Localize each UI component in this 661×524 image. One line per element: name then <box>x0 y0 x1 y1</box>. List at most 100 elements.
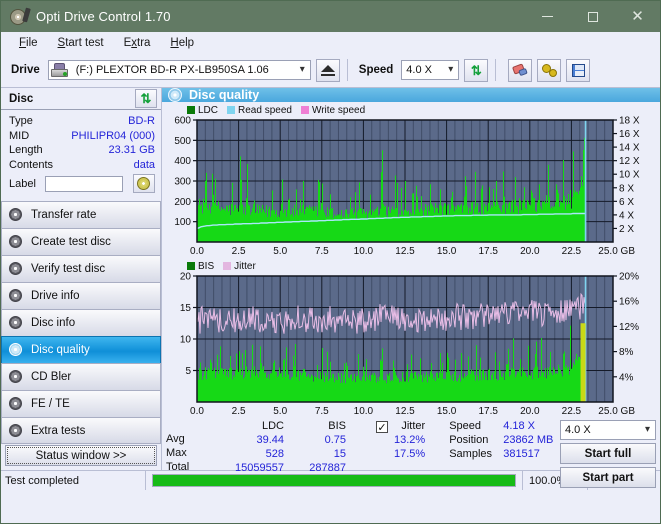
svg-text:16%: 16% <box>619 297 639 308</box>
gears-icon <box>541 63 557 77</box>
speed-key: Speed <box>449 420 482 432</box>
stats-label-total: Total <box>166 461 190 473</box>
svg-text:25.0 GB: 25.0 GB <box>598 406 635 417</box>
sidebar-item-create-test-disc[interactable]: Create test disc <box>1 228 161 255</box>
legend-swatch-jitter <box>223 262 232 270</box>
drive-icon <box>50 63 68 77</box>
menu-file[interactable]: File <box>9 35 48 51</box>
svg-text:0.0: 0.0 <box>190 406 204 417</box>
app-window: Opti Drive Control 1.70 ✕ File Start tes… <box>0 0 661 524</box>
settings-button[interactable] <box>537 58 562 82</box>
sidebar-item-label: FE / TE <box>31 398 70 410</box>
legend-label-ldc: LDC <box>198 104 219 116</box>
test-speed-select[interactable]: 4.0 X ▾ <box>560 420 656 440</box>
legend-label-write-speed: Write speed <box>311 104 366 116</box>
svg-text:2.5: 2.5 <box>232 246 246 257</box>
drive-select[interactable]: (F:) PLEXTOR BD-R PX-LB950SA 1.06 ▾ <box>47 60 311 80</box>
svg-text:10.0: 10.0 <box>354 406 374 417</box>
menu-start-test[interactable]: Start test <box>48 35 114 51</box>
sidebar-item-label: Create test disc <box>31 236 111 248</box>
floppy-save-icon <box>571 63 585 77</box>
legend-item-ldc: LDC <box>187 105 218 116</box>
disc-mid-label: MID <box>9 129 30 142</box>
start-part-button[interactable]: Start part <box>560 467 656 488</box>
jitter-label: Jitter <box>401 420 426 432</box>
disc-mid-value: PHILIPR04 (000) <box>71 129 155 142</box>
legend-item-jitter: Jitter <box>223 261 256 272</box>
start-full-button[interactable]: Start full <box>560 443 656 464</box>
menu-start-test-label: tart test <box>65 36 104 49</box>
sidebar-item-extra-tests[interactable]: Extra tests <box>1 417 161 444</box>
disc-quality-icon <box>168 88 182 102</box>
speed-value: 4.18 X <box>503 420 536 432</box>
toolbar-divider-1 <box>346 59 348 81</box>
sidebar-item-disc-info[interactable]: Disc info <box>1 309 161 336</box>
sidebar-item-drive-info[interactable]: Drive info <box>1 282 161 309</box>
refresh-icon: ⇅ <box>470 62 482 78</box>
svg-text:12.5: 12.5 <box>395 246 415 257</box>
sidebar-item-verify-test-disc[interactable]: Verify test disc <box>1 255 161 282</box>
menu-help[interactable]: Help <box>160 35 204 51</box>
sidebar: Disc ⇅ Type BD-R MID PHILIPR04 (000) Len… <box>1 88 161 470</box>
status-window-button[interactable]: Status window >> <box>5 445 157 466</box>
legend-label-read-speed: Read speed <box>238 104 292 116</box>
svg-text:4%: 4% <box>619 372 634 383</box>
legend-swatch-ldc <box>187 106 195 114</box>
samples-value: 381517 <box>503 448 540 460</box>
save-button[interactable] <box>566 58 591 82</box>
jitter-checkbox[interactable]: ✓ <box>376 421 388 434</box>
maximize-button[interactable] <box>570 1 615 32</box>
position-value: 23862 MB <box>503 434 554 446</box>
disc-icon <box>8 397 24 411</box>
refresh-button[interactable]: ⇅ <box>464 58 489 82</box>
drive-select-value: (F:) PLEXTOR BD-R PX-LB950SA 1.06 <box>75 64 269 76</box>
svg-text:600: 600 <box>174 116 191 127</box>
sidebar-item-label: Extra tests <box>31 424 86 437</box>
panel-title: Disc quality <box>189 88 260 102</box>
svg-text:20.0: 20.0 <box>520 406 540 417</box>
menu-extra[interactable]: Extra <box>114 35 161 51</box>
stats-table: LDC BIS 39.44 0.75 528 15 15059557 28788… <box>212 420 346 476</box>
legend-swatch-read-speed <box>227 106 236 114</box>
svg-text:5: 5 <box>185 366 191 377</box>
stats-row-labels: Avg Max Total <box>166 420 212 476</box>
disc-label-input[interactable] <box>45 175 124 192</box>
progress-wrap <box>146 471 522 490</box>
disc-label-button[interactable] <box>132 174 155 193</box>
run-info: Speed 4.18 X Position 23862 MB Samples 3… <box>449 420 553 476</box>
disc-type-label: Type <box>9 115 33 128</box>
svg-text:10 X: 10 X <box>619 170 640 181</box>
drive-label: Drive <box>11 64 40 76</box>
sidebar-item-cd-bler[interactable]: CD Bler <box>1 363 161 390</box>
svg-text:2 X: 2 X <box>619 224 634 235</box>
chart-bis-jitter[interactable]: 5 10 15 20 4% 8% 12% 16% 20% 0.0 2.5 5.0 7.5 10.0 12.5… <box>165 272 657 418</box>
erase-button[interactable] <box>508 58 533 82</box>
window-controls: ✕ <box>525 1 660 32</box>
svg-text:4 X: 4 X <box>619 210 634 221</box>
close-button[interactable]: ✕ <box>615 1 660 32</box>
eject-button[interactable] <box>315 58 340 82</box>
legend-item-bis: BIS <box>187 261 214 272</box>
svg-text:17.5: 17.5 <box>478 246 498 257</box>
svg-text:22.5: 22.5 <box>562 406 582 417</box>
disc-contents-value: data <box>133 158 155 171</box>
jitter-max: 17.5% <box>394 448 426 460</box>
svg-text:12 X: 12 X <box>619 156 640 167</box>
speed-select[interactable]: 4.0 X ▾ <box>401 60 460 80</box>
sidebar-item-transfer-rate[interactable]: Transfer rate <box>1 201 161 228</box>
disc-label-row: Label <box>9 174 155 193</box>
sidebar-item-disc-quality[interactable]: Disc quality <box>1 336 161 363</box>
disc-info: Type BD-R MID PHILIPR04 (000) Length 23.… <box>1 110 161 195</box>
progress-bar <box>152 474 516 487</box>
sidebar-item-fe-te[interactable]: FE / TE <box>1 390 161 417</box>
menu-help-label: elp <box>178 36 195 49</box>
chart-ldc-speed[interactable]: 100 200 300 400 500 600 2 X 4 X 6 X 8 X 10 X 12 X 14… <box>165 116 657 258</box>
svg-text:10.0: 10.0 <box>354 246 374 257</box>
disc-contents-label: Contents <box>9 158 54 171</box>
minimize-button[interactable] <box>525 1 570 32</box>
sidebar-item-label: Transfer rate <box>31 209 97 221</box>
toolbar: Drive (F:) PLEXTOR BD-R PX-LB950SA 1.06 … <box>1 53 660 88</box>
disc-refresh-button[interactable]: ⇅ <box>135 89 157 108</box>
main-body: Disc ⇅ Type BD-R MID PHILIPR04 (000) Len… <box>1 88 660 488</box>
action-buttons: 4.0 X ▾ Start full Start part <box>560 420 656 488</box>
